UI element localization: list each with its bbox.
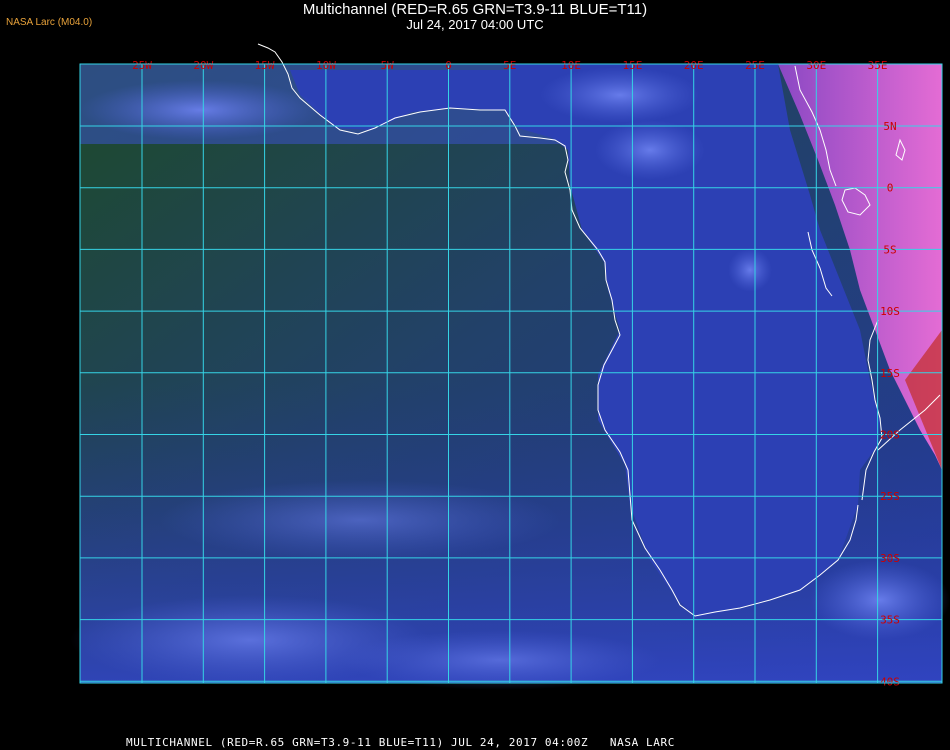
satellite-map: 25W 20W 15W 10W 5W 0 5E 10E 15E 20E 25E 30E 35E 5N 0 5S… xyxy=(70,43,950,728)
lon-label: 15E xyxy=(622,59,642,72)
lon-label: 25W xyxy=(132,59,152,72)
lon-label: 20E xyxy=(684,59,704,72)
lat-label: 20S xyxy=(880,429,900,442)
lon-label: 20W xyxy=(193,59,213,72)
lat-label: 40S xyxy=(880,675,900,688)
lon-label: 5W xyxy=(381,59,395,72)
lat-label: 35S xyxy=(880,614,900,627)
lat-label: 15S xyxy=(880,367,900,380)
lon-label: 10W xyxy=(316,59,336,72)
lat-label: 5N xyxy=(883,120,896,133)
lat-label: 25S xyxy=(880,490,900,503)
lon-label: 35E xyxy=(868,59,888,72)
lat-label: 10S xyxy=(880,305,900,318)
lon-label: 10E xyxy=(561,59,581,72)
lat-label: 0 xyxy=(887,182,894,195)
lon-label: 0 xyxy=(445,59,452,72)
lat-label: 5S xyxy=(883,243,896,256)
footer-caption: MULTICHANNEL (RED=R.65 GRN=T3.9-11 BLUE=… xyxy=(126,736,675,749)
lon-label: 30E xyxy=(806,59,826,72)
lon-label: 5E xyxy=(503,59,516,72)
lon-label: 15W xyxy=(255,59,275,72)
lon-label: 25E xyxy=(745,59,765,72)
lat-label: 30S xyxy=(880,552,900,565)
